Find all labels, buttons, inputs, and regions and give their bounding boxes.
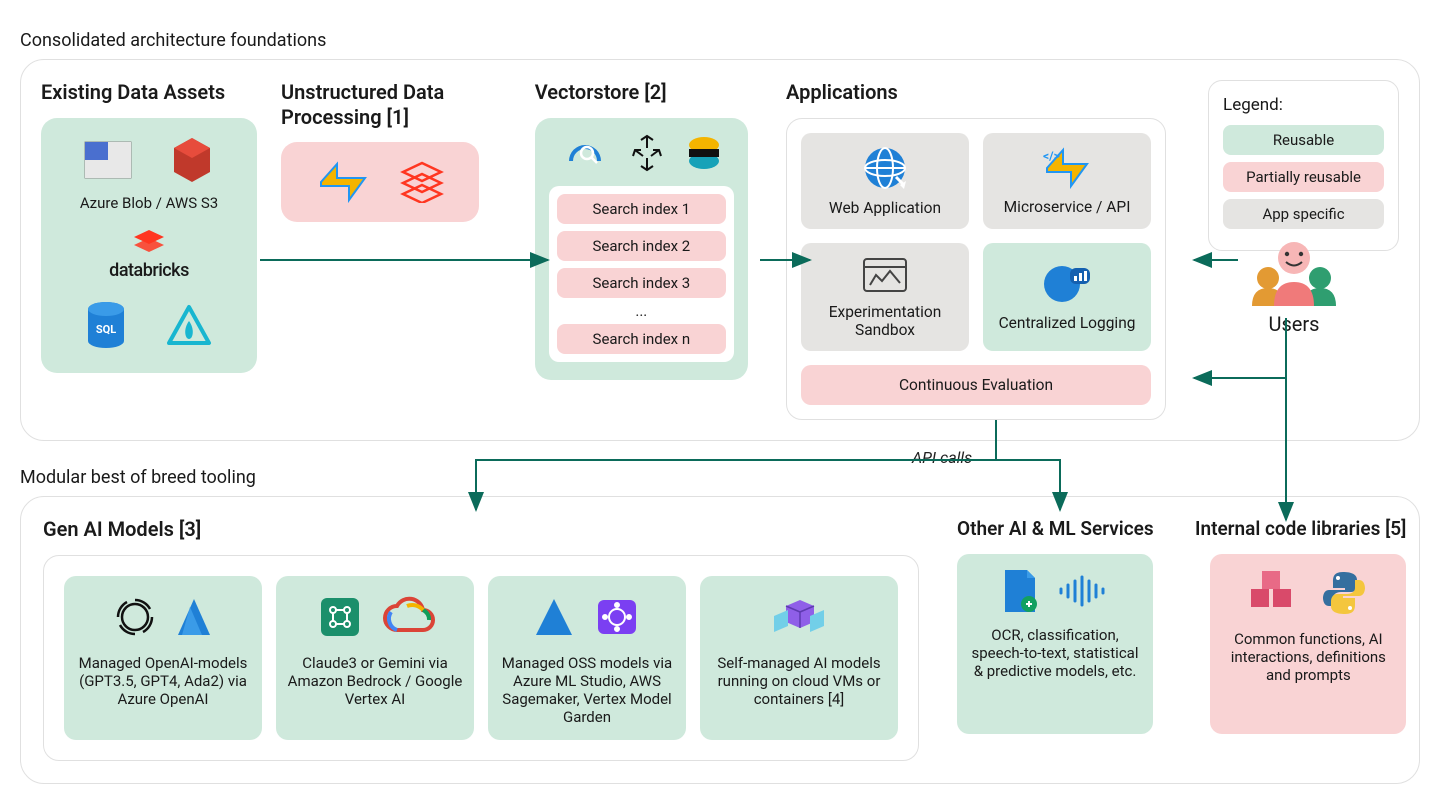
svg-text:SQL: SQL (96, 323, 116, 336)
search-index-ellipsis: ... (557, 305, 726, 317)
elastic-icon (687, 135, 721, 171)
legend-title: Legend: (1223, 95, 1384, 115)
genai-box: Managed OpenAI-models (GPT3.5, GPT4, Ada… (43, 555, 919, 761)
web-app-icon (860, 145, 910, 191)
bottom-section-title: Modular best of breed tooling (20, 467, 1420, 488)
users-group: Users (1244, 236, 1344, 336)
model-bedrock-label: Claude3 or Gemini via Amazon Bedrock / G… (286, 654, 464, 708)
data-assets-title: Existing Data Assets (41, 80, 257, 104)
libraries-card: Common functions, AI interactions, defin… (1210, 554, 1406, 734)
libraries-desc: Common functions, AI interactions, defin… (1222, 630, 1394, 684)
api-calls-label: API calls (912, 448, 972, 467)
vectorstore-column: Vectorstore [2] (535, 80, 748, 380)
evaluation-card: Continuous Evaluation (801, 365, 1151, 405)
azure-ml-icon (532, 595, 576, 639)
unstructured-box (281, 142, 479, 222)
logging-label: Centralized Logging (999, 314, 1136, 332)
openai-icon (112, 594, 158, 640)
databricks-icon (132, 228, 166, 258)
azure-data-lake-icon (165, 303, 213, 347)
azure-blob-icon (84, 138, 132, 182)
microservice-icon: </> (1039, 146, 1095, 190)
sandbox-icon (860, 255, 910, 295)
model-self-label: Self-managed AI models running on cloud … (710, 654, 888, 708)
libraries-column: Internal code libraries [5] Common funct… (1195, 517, 1406, 734)
data-assets-group: Existing Data Assets Az (41, 80, 257, 373)
data-assets-box: Azure Blob / AWS S3 databricks SQ (41, 118, 257, 373)
bedrock-icon (315, 592, 365, 642)
genai-column: Gen AI Models [3] Man (43, 517, 919, 761)
storage-caption: Azure Blob / AWS S3 (80, 194, 218, 212)
applications-title: Applications (786, 80, 1166, 104)
web-app-card: Web Application (801, 133, 969, 229)
microservice-card: </> Microservice / API (983, 133, 1151, 229)
model-self-card: Self-managed AI models running on cloud … (700, 576, 898, 740)
sql-db-icon: SQL (85, 301, 127, 349)
google-cloud-icon (381, 596, 435, 638)
web-app-label: Web Application (829, 199, 941, 217)
applications-box: Web Application </> Microservice / API E… (786, 118, 1166, 420)
applications-column: Applications Web Application </> Mi (786, 80, 1166, 420)
other-services-title: Other AI & ML Services (957, 517, 1157, 540)
legend-partial: Partially reusable (1223, 162, 1384, 192)
other-services-desc: OCR, classification, speech-to-text, sta… (969, 626, 1141, 680)
legend-box: Legend: Reusable Partially reusable App … (1208, 80, 1399, 251)
users-label: Users (1269, 312, 1320, 336)
model-openai-card: Managed OpenAI-models (GPT3.5, GPT4, Ada… (64, 576, 262, 740)
microservice-label: Microservice / API (1004, 198, 1131, 216)
bottom-section: Gen AI Models [3] Man (20, 496, 1420, 784)
search-index-1: Search index 1 (557, 194, 726, 224)
document-icon (999, 568, 1039, 614)
genai-title: Gen AI Models [3] (43, 517, 919, 541)
azure-icon (174, 595, 214, 639)
legend-reusable: Reusable (1223, 125, 1384, 155)
container-icon (768, 590, 830, 644)
search-index-n: Search index n (557, 324, 726, 354)
model-oss-label: Managed OSS models via Azure ML Studio, … (498, 654, 676, 726)
data-assets-column: Existing Data Assets Az (41, 80, 497, 373)
pinecone-icon (627, 132, 667, 174)
search-index-3: Search index 3 (557, 268, 726, 298)
search-index-list: Search index 1 Search index 2 Search ind… (549, 186, 734, 362)
legend-app-specific: App specific (1223, 199, 1384, 229)
databricks-caption: databricks (109, 260, 189, 281)
top-section: Existing Data Assets Az (20, 59, 1420, 441)
logging-card: Centralized Logging (983, 243, 1151, 351)
databricks-red-icon (399, 161, 445, 203)
sandbox-label: Experimentation Sandbox (809, 303, 961, 339)
python-icon (1319, 568, 1369, 618)
other-services-column: Other AI & ML Services (957, 517, 1157, 734)
logging-icon (1040, 262, 1094, 306)
aws-s3-icon (170, 136, 214, 184)
evaluation-label: Continuous Evaluation (899, 376, 1053, 394)
top-section-title: Consolidated architecture foundations (20, 30, 1420, 51)
svg-text:</>: </> (1043, 149, 1060, 163)
users-icon (1244, 236, 1344, 306)
search-index-2: Search index 2 (557, 231, 726, 261)
libraries-title: Internal code libraries [5] (1195, 517, 1406, 540)
other-services-card: OCR, classification, speech-to-text, sta… (957, 554, 1153, 734)
azure-search-icon (561, 135, 607, 171)
model-bedrock-card: Claude3 or Gemini via Amazon Bedrock / G… (276, 576, 474, 740)
vectorstore-title: Vectorstore [2] (535, 80, 748, 104)
packages-icon (1247, 569, 1297, 617)
azure-function-icon (315, 158, 371, 206)
unstructured-group: Unstructured Data Processing [1] (281, 80, 481, 222)
model-oss-card: Managed OSS models via Azure ML Studio, … (488, 576, 686, 740)
model-openai-label: Managed OpenAI-models (GPT3.5, GPT4, Ada… (74, 654, 252, 708)
vectorstore-box: Search index 1 Search index 2 Search ind… (535, 118, 748, 380)
unstructured-title: Unstructured Data Processing [1] (281, 80, 481, 130)
speech-wave-icon (1057, 575, 1111, 607)
sandbox-card: Experimentation Sandbox (801, 243, 969, 351)
vertex-icon (592, 594, 642, 640)
